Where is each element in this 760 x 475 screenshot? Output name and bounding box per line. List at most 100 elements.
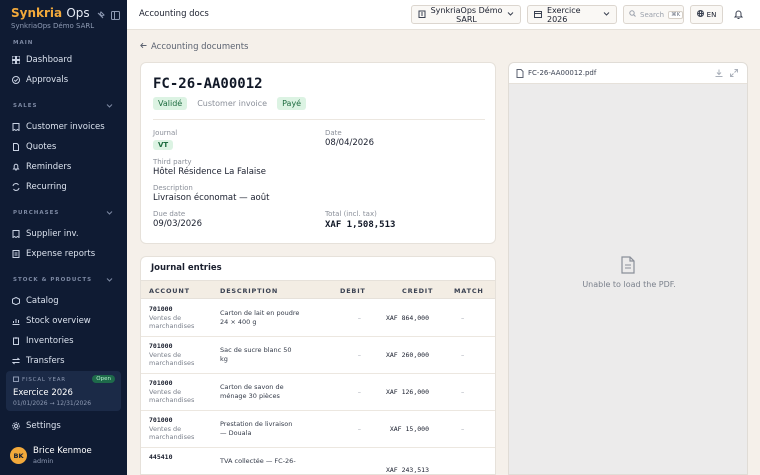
invoice-icon [12, 123, 20, 132]
brand-logo[interactable]: Synkria Ops [11, 6, 94, 20]
sidebar-item-label: Transfers [26, 356, 65, 366]
chevron-down-icon[interactable] [106, 276, 113, 283]
total-value: XAF 1,508,513 [325, 220, 396, 230]
notifications-bell-icon[interactable] [733, 9, 744, 20]
brand-name-part2: Ops [66, 6, 90, 20]
pdf-error-message: Unable to load the PDF. [582, 280, 676, 289]
user-profile[interactable]: BK Brice Kenmoe admin [10, 446, 92, 465]
collapse-sidebar-icon[interactable] [111, 11, 120, 20]
column-header-debit: DEBIT [340, 287, 366, 295]
sidebar-item-expense-reports[interactable]: Expense reports [0, 245, 127, 263]
dashboard-icon [11, 55, 21, 65]
document-number: FC-26-AA00012 [153, 76, 263, 92]
sidebar-item-label: Approvals [26, 75, 69, 85]
sidebar-item-label: Catalog [26, 296, 59, 306]
user-name: Brice Kenmoe [33, 446, 92, 456]
sidebar-item-quotes[interactable]: Quotes [0, 138, 127, 156]
sidebar-item-approvals[interactable]: Approvals [0, 71, 127, 89]
sidebar-item-catalog[interactable]: Catalog [0, 292, 127, 310]
fiscal-year-name: Exercice 2026 [13, 388, 73, 398]
row-account-name: Ventes de marchandises [149, 388, 195, 404]
row-match: – [461, 314, 465, 322]
row-credit: XAF 15,000 [389, 425, 429, 433]
pdf-preview-panel: FC-26-AA00012.pdf Unable to load the PDF… [508, 62, 748, 475]
table-row[interactable]: 701000 Ventes de marchandises Carton de … [141, 300, 495, 337]
table-row[interactable]: 701000 Ventes de marchandises Sac de suc… [141, 337, 495, 374]
sidebar-item-customer-invoices[interactable]: Customer invoices [0, 118, 127, 136]
company-name-line2: SARL [456, 14, 477, 24]
page-title: Accounting docs [139, 9, 209, 19]
table-header: ACCOUNT DESCRIPTION DEBIT CREDIT MATCH [141, 280, 495, 299]
third-party-label: Third party [153, 158, 192, 166]
approval-check-icon [12, 76, 20, 84]
row-debit: – [357, 351, 361, 359]
section-label-main: MAIN [13, 40, 34, 46]
calendar-icon [534, 10, 542, 20]
sidebar-item-label: Inventories [26, 336, 74, 346]
date-value: 08/04/2026 [325, 138, 374, 148]
back-to-documents-link[interactable]: Accounting documents [140, 42, 248, 52]
sidebar-item-label: Customer invoices [26, 122, 105, 132]
stock-chart-icon [12, 317, 20, 325]
arrow-left-icon [140, 42, 147, 52]
row-credit: XAF 126,000 [385, 388, 429, 396]
sidebar-item-reminders[interactable]: Reminders [0, 158, 127, 176]
section-label-stock: STOCK & PRODUCTS [13, 277, 93, 283]
document-type-badge: Customer invoice [197, 99, 268, 108]
catalog-icon [12, 296, 20, 306]
sidebar-item-inventories[interactable]: Inventories [0, 332, 127, 350]
row-account-name: Ventes de marchandises [149, 314, 195, 330]
row-account: 701000 [149, 305, 173, 313]
row-account: 701000 [149, 342, 173, 350]
sidebar-item-label: Expense reports [26, 249, 96, 259]
section-label-sales: SALES [13, 103, 38, 109]
sidebar-item-label: Dashboard [26, 55, 73, 65]
table-row[interactable]: 445410 TVA collectée — FC-26- XAF 243,51… [141, 448, 495, 474]
pin-icon[interactable] [96, 11, 105, 20]
journal-entries-card: Journal entries ACCOUNT DESCRIPTION DEBI… [140, 256, 496, 475]
chevron-down-icon[interactable] [106, 102, 113, 109]
sidebar-item-settings[interactable]: Settings [0, 417, 127, 435]
sidebar-item-recurring[interactable]: Recurring [0, 178, 127, 196]
sidebar-item-supplier-invoices[interactable]: Supplier inv. [0, 225, 127, 243]
exercise-selector[interactable]: Exercice 2026 [527, 5, 617, 24]
avatar: BK [10, 447, 27, 464]
column-header-match: MATCH [454, 287, 484, 295]
document-icon [620, 256, 636, 274]
pdf-toolbar: FC-26-AA00012.pdf [509, 63, 747, 84]
chevron-down-icon [507, 10, 514, 19]
expand-icon[interactable] [730, 69, 738, 77]
column-header-credit: CREDIT [402, 287, 434, 295]
sidebar-item-dashboard[interactable]: Dashboard [0, 51, 127, 69]
total-label: Total (incl. tax) [325, 210, 377, 218]
search-placeholder: Search [640, 10, 665, 19]
chevron-down-icon[interactable] [106, 209, 113, 216]
sidebar-item-transfers[interactable]: Transfers [0, 352, 127, 370]
row-match: – [461, 425, 465, 433]
language-button[interactable]: EN [690, 5, 723, 24]
fiscal-year-dates: 01/01/2026 → 12/31/2026 [13, 400, 92, 407]
company-selector[interactable]: SynkriaOps Démo SARL [411, 5, 521, 24]
fiscal-year-label: FISCAL YEAR [22, 377, 66, 383]
row-debit: – [357, 314, 361, 322]
supplier-invoice-icon [12, 230, 20, 239]
table-row[interactable]: 701000 Ventes de marchandises Carton de … [141, 374, 495, 411]
row-description: Carton de lait en poudre 24 × 400 g [220, 309, 300, 326]
row-match: – [461, 351, 465, 359]
journal-label: Journal [153, 129, 178, 137]
company-name-line1: SynkriaOps Démo [430, 5, 503, 15]
journal-code-badge: VT [153, 140, 174, 150]
download-icon[interactable] [715, 69, 723, 77]
search-input[interactable]: Search ⌘K [623, 5, 684, 24]
column-header-description: DESCRIPTION [220, 287, 279, 295]
table-row[interactable]: 701000 Ventes de marchandises Prestation… [141, 411, 495, 448]
search-shortcut: ⌘K [668, 10, 684, 19]
breadcrumb-label: Accounting documents [151, 42, 249, 52]
third-party-value: Hôtel Résidence La Falaise [153, 167, 266, 177]
fiscal-year-card[interactable]: FISCAL YEAR Open Exercice 2026 01/01/202… [6, 371, 121, 411]
exercise-value: Exercice 2026 [547, 5, 581, 24]
row-match: – [461, 388, 465, 396]
sidebar-item-stock-overview[interactable]: Stock overview [0, 312, 127, 330]
sidebar-item-label: Stock overview [26, 316, 91, 326]
brand-company: SynkriaOps Démo SARL [11, 22, 95, 30]
